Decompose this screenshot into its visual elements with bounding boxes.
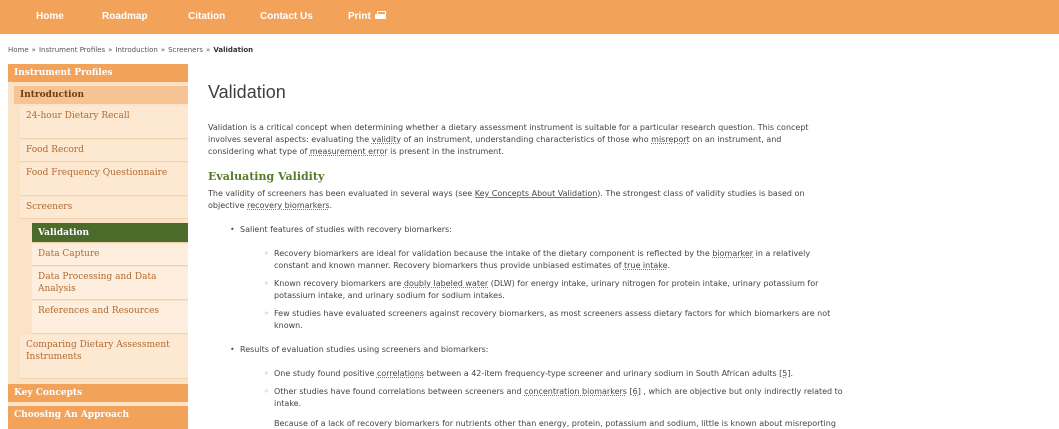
text: involves several aspects: evaluating the (208, 135, 372, 144)
glossary-link-recovery-biomarkers[interactable]: recovery biomarkers (247, 201, 329, 210)
sidebar-item-ffq[interactable]: Food Frequency Questionnaire (20, 163, 188, 196)
sidebar-item-instrument-profiles[interactable]: Instrument Profiles (8, 64, 188, 82)
text: . (667, 261, 671, 270)
sidebar-item-label: Validation (38, 228, 90, 238)
sidebar-item-label: Instrument Profiles (14, 68, 113, 78)
sub-item-line: Recovery biomarkers are ideal for valida… (264, 248, 1044, 260)
sidebar-item-label: References and Resources (38, 306, 160, 316)
text: . (329, 201, 333, 210)
breadcrumb-separator: » (160, 46, 166, 54)
sub-item-continuation: known. (274, 321, 303, 330)
text: objective (208, 201, 248, 210)
sidebar-item-label: Screeners (26, 202, 73, 212)
text: , which are objective but only indirectl… (640, 387, 843, 396)
sub-item-line: Other studies have found correlations be… (264, 386, 1044, 398)
main-content: Validation Validation is a critical conc… (200, 64, 1059, 429)
sub-item-line: Because of a lack of recovery biomarkers… (274, 418, 1044, 429)
breadcrumb-screeners[interactable]: Screeners (168, 46, 203, 54)
glossary-link-biomarker[interactable]: biomarker (712, 249, 753, 258)
sidebar-item-key-concepts[interactable]: Key Concepts (8, 384, 188, 402)
text: on an instrument, and (689, 135, 782, 144)
citation-link-5[interactable]: [5] (779, 369, 790, 378)
glossary-link-validity[interactable]: validity (372, 135, 401, 144)
sidebar-item-label: 24-hour Dietary Recall (26, 111, 130, 121)
text: (DLW) for energy intake, urinary nitroge… (488, 279, 819, 288)
sidebar-item-label: Food Frequency Questionnaire (26, 168, 168, 178)
link-key-concepts-validation[interactable]: Key Concepts About Validation (475, 189, 598, 198)
sidebar-item-label: Comparing Dietary Assessment Instruments (26, 340, 170, 362)
sidebar-item-label: Data Capture (38, 249, 100, 259)
text: constant and known manner. Recovery biom… (274, 261, 624, 270)
printer-icon (374, 11, 386, 20)
nav-roadmap-link[interactable]: Roadmap (102, 11, 148, 22)
text: Recovery biomarkers are ideal for valida… (274, 249, 713, 258)
sub-item-continuation: intake. (274, 399, 302, 408)
sidebar-item-24-hour-recall[interactable]: 24-hour Dietary Recall (20, 106, 188, 139)
bullet-results: Results of evaluation studies using scre… (230, 344, 489, 356)
sub-item-continuation: constant and known manner. Recovery biom… (274, 260, 1044, 272)
text: ). The strongest class of validity studi… (597, 189, 805, 198)
sidebar-item-data-capture[interactable]: Data Capture (32, 244, 188, 266)
breadcrumb-home[interactable]: Home (8, 46, 29, 54)
page-title: Validation (208, 82, 286, 102)
eval-line-2: objective recovery biomarkers. (208, 200, 1038, 212)
glossary-link-correlations[interactable]: correlations (377, 369, 424, 378)
text: Other studies have found correlations be… (274, 387, 525, 396)
eval-line-1: The validity of screeners has been evalu… (208, 188, 1038, 200)
top-nav: Home Roadmap Citation Contact Us Print (0, 0, 1059, 34)
sidebar-item-label: Introduction (20, 90, 85, 100)
sidebar-item-comparing[interactable]: Comparing Dietary Assessment Instruments (20, 335, 188, 379)
text: . (790, 369, 794, 378)
breadcrumb-introduction[interactable]: Introduction (115, 46, 157, 54)
text: in a relatively (753, 249, 811, 258)
text: One study found positive (274, 369, 377, 378)
text: Known recovery biomarkers are (274, 279, 404, 288)
text: The validity of screeners has been evalu… (208, 189, 475, 198)
sidebar-item-label: Choosing An Approach (14, 410, 129, 420)
sub-item-line: One study found positive correlations be… (264, 368, 1044, 380)
sidebar-item-food-record[interactable]: Food Record (20, 140, 188, 162)
sidebar-item-data-processing[interactable]: Data Processing and Data Analysis (32, 267, 188, 300)
breadcrumb-separator: » (108, 46, 113, 54)
glossary-link-concentration-biomarkers[interactable]: concentration biomarkers (524, 387, 627, 396)
sidebar-item-references[interactable]: References and Resources (32, 301, 188, 334)
glossary-link-measurement-error[interactable]: measurement error (310, 147, 388, 156)
section-heading-evaluating-validity: Evaluating Validity (208, 170, 325, 183)
intro-line-1: Validation is a critical concept when de… (208, 123, 809, 132)
sub-item-continuation: potassium intake, and urinary sodium for… (274, 291, 505, 300)
breadcrumb-separator: » (206, 46, 211, 54)
breadcrumb-separator: » (31, 46, 36, 54)
breadcrumb-current: Validation (213, 46, 254, 54)
sidebar-item-screeners[interactable]: Screeners (20, 197, 188, 219)
text: of an instrument, understanding characte… (400, 135, 652, 144)
breadcrumb: Home» Instrument Profiles» Introduction» Sc… (8, 46, 253, 54)
breadcrumb-instrument-profiles[interactable]: Instrument Profiles (39, 46, 105, 54)
glossary-link-doubly-labeled-water[interactable]: doubly labeled water (404, 279, 488, 288)
nav-citation-link[interactable]: Citation (188, 11, 225, 22)
sidebar-item-validation[interactable]: Validation (32, 223, 188, 243)
sidebar-item-introduction[interactable]: Introduction (14, 86, 188, 104)
nav-print-link[interactable]: Print (348, 11, 386, 22)
sidebar-item-label: Key Concepts (14, 388, 83, 398)
nav-contact-link[interactable]: Contact Us (260, 11, 313, 22)
intro-line-2: involves several aspects: evaluating the… (208, 134, 1038, 146)
sidebar-item-label: Data Processing and Data Analysis (38, 272, 157, 294)
print-label: Print (348, 11, 371, 22)
glossary-link-misreport[interactable]: misreport (651, 135, 690, 144)
sub-item-line: Few studies have evaluated screeners aga… (264, 308, 1044, 320)
sub-item-line: Known recovery biomarkers are doubly lab… (264, 278, 1044, 290)
citation-link-6[interactable]: [6] (630, 387, 641, 396)
nav-home-link[interactable]: Home (36, 11, 64, 22)
sidebar-item-label: Food Record (26, 145, 84, 155)
sidebar-item-choosing[interactable]: Choosing An Approach (8, 406, 188, 429)
sidebar: Instrument Profiles Introduction 24-hour… (8, 64, 188, 429)
text: considering what type of (208, 147, 310, 156)
glossary-link-true-intake[interactable]: true intake (624, 261, 668, 270)
bullet-salient-features: Salient features of studies with recover… (230, 224, 452, 236)
text: between a 42-item frequency-type screene… (424, 369, 780, 378)
intro-line-3: considering what type of measurement err… (208, 146, 1038, 158)
text: is present in the instrument. (387, 147, 504, 156)
